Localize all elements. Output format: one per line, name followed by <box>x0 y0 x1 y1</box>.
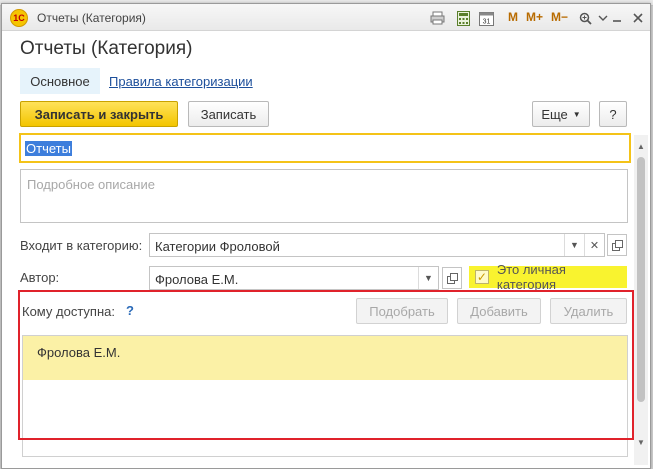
name-input[interactable]: Отчеты <box>19 133 631 163</box>
chevron-down-icon: ▼ <box>572 109 581 119</box>
description-textarea[interactable]: Подробное описание <box>20 169 628 223</box>
save-and-close-button[interactable]: Записать и закрыть <box>20 101 178 127</box>
window-title: Отчеты (Категория) <box>37 11 146 25</box>
svg-text:31: 31 <box>482 18 490 25</box>
more-label: Еще <box>541 106 568 122</box>
parent-category-label: Входит в категорию: <box>20 238 143 253</box>
parent-category-dropdown-icon[interactable]: ▼ <box>564 234 584 256</box>
author-value: Фролова Е.М. <box>155 272 239 287</box>
close-icon[interactable] <box>632 9 644 27</box>
memory-subtract-button[interactable]: M− <box>551 10 568 24</box>
app-logo: 1С <box>10 9 28 27</box>
tab-categorization-rules[interactable]: Правила категоризации <box>109 74 253 89</box>
parent-category-clear-icon[interactable]: ✕ <box>584 234 604 256</box>
memory-add-button[interactable]: M+ <box>526 10 543 24</box>
minimize-icon[interactable] <box>611 9 623 27</box>
tab-basic[interactable]: Основное <box>20 68 100 94</box>
description-placeholder: Подробное описание <box>27 177 155 192</box>
author-label: Автор: <box>20 270 60 285</box>
calculator-icon[interactable] <box>455 9 471 27</box>
name-value: Отчеты <box>25 141 72 156</box>
save-button[interactable]: Записать <box>188 101 269 127</box>
vertical-scrollbar[interactable]: ▲ ▼ <box>634 135 648 465</box>
memory-store-button[interactable]: M <box>508 10 518 24</box>
author-open-icon[interactable] <box>442 267 462 289</box>
highlight-frame <box>18 290 634 440</box>
zoom-icon[interactable] <box>577 9 593 27</box>
menu-icon[interactable] <box>597 9 609 27</box>
scroll-thumb[interactable] <box>637 157 645 402</box>
checkmark-icon: ✓ <box>475 270 489 284</box>
personal-category-label: Это личная категория <box>496 262 566 292</box>
print-icon[interactable] <box>429 9 445 27</box>
form-heading: Отчеты (Категория) <box>20 38 193 59</box>
author-field[interactable]: Фролова Е.М. ▼ <box>149 266 439 290</box>
personal-category-checkbox[interactable]: ✓ Это личная категория <box>469 262 627 292</box>
calendar-icon[interactable]: 31 <box>478 9 494 27</box>
help-button[interactable]: ? <box>599 101 627 127</box>
title-bar: 1С Отчеты (Категория) 31 M M+ M− <box>2 4 650 31</box>
scroll-down-icon[interactable]: ▼ <box>634 435 648 449</box>
parent-category-field[interactable]: Категории Фроловой ▼ ✕ <box>149 233 605 257</box>
scroll-up-icon[interactable]: ▲ <box>634 139 648 153</box>
form-window: 1С Отчеты (Категория) 31 M M+ M− Отчеты … <box>1 3 651 469</box>
parent-category-open-icon[interactable] <box>607 234 627 256</box>
more-button[interactable]: Еще ▼ <box>532 101 590 127</box>
author-dropdown-icon[interactable]: ▼ <box>418 267 438 289</box>
parent-category-value: Категории Фроловой <box>155 239 280 254</box>
